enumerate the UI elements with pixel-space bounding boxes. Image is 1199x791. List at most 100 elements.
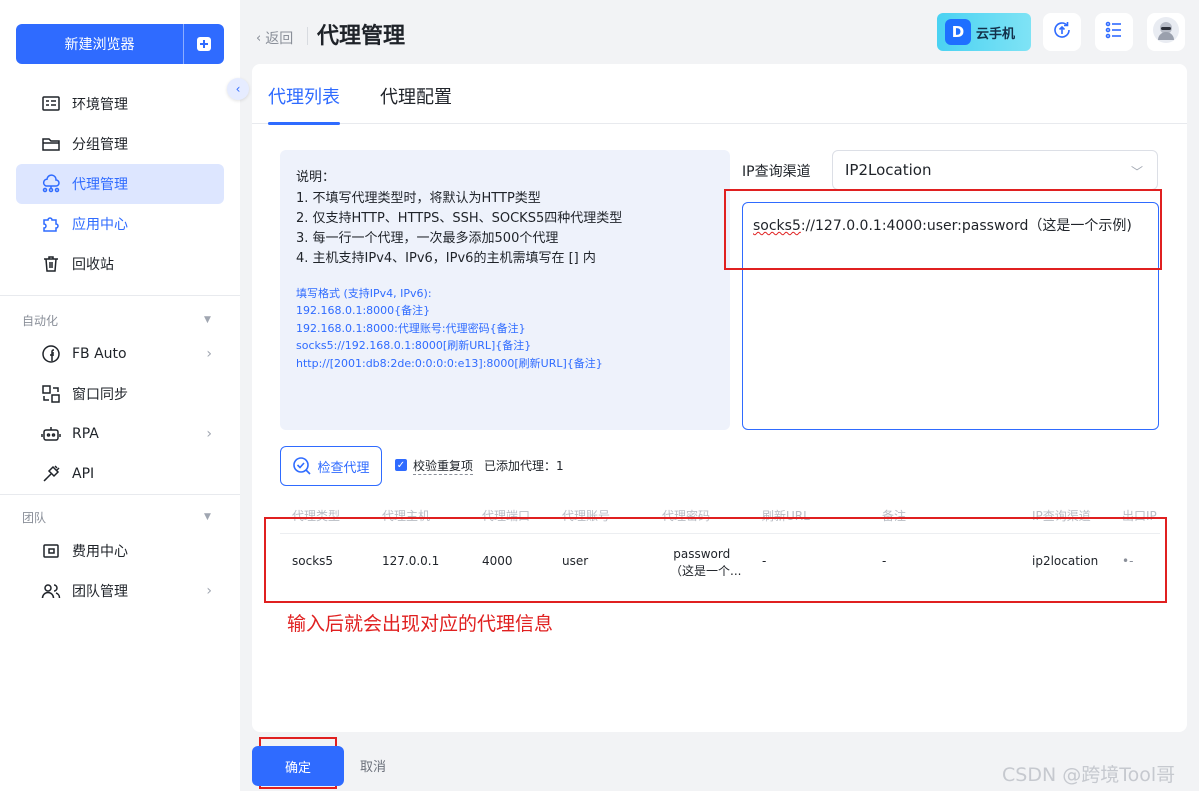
sidebar-item-label: 环境管理 bbox=[72, 97, 128, 113]
column-header: 代理类型 bbox=[292, 509, 341, 523]
column-header: 代理账号 bbox=[562, 509, 611, 523]
add-square-icon[interactable] bbox=[184, 35, 224, 53]
sidebar-item-api[interactable]: API bbox=[16, 454, 224, 494]
window-sync-icon bbox=[40, 383, 62, 405]
sidebar-item-label: FB Auto bbox=[72, 346, 127, 362]
chevron-right-icon: › bbox=[206, 346, 212, 362]
sidebar-item-label: 应用中心 bbox=[72, 217, 128, 233]
dedupe-label[interactable]: 校验重复项 bbox=[413, 457, 474, 475]
sidebar-item-environment[interactable]: 环境管理 bbox=[16, 84, 224, 124]
annotation-text: 输入后就会出现对应的代理信息 bbox=[287, 613, 554, 635]
column-header: 备注 bbox=[882, 509, 907, 523]
automation-section-title: 自动化 bbox=[22, 314, 59, 328]
sidebar-item-fb-auto[interactable]: FB Auto › bbox=[16, 334, 224, 374]
table-row[interactable]: socks5 127.0.0.1 4000 user password （这是一… bbox=[280, 536, 1160, 588]
users-icon bbox=[40, 580, 62, 602]
format-line: socks5://192.168.0.1:8000[刷新URL]{备注} bbox=[296, 339, 532, 352]
cell-password: password （这是一个... bbox=[662, 546, 741, 580]
sidebar-divider bbox=[0, 295, 240, 296]
ip-channel-value: IP2Location bbox=[845, 161, 932, 179]
sidebar-item-groups[interactable]: 分组管理 bbox=[16, 124, 224, 164]
tab-bar: 代理列表 代理配置 bbox=[252, 64, 1187, 125]
active-tab-indicator bbox=[268, 122, 340, 125]
sidebar-item-trash[interactable]: 回收站 bbox=[16, 244, 224, 284]
sidebar-item-label: RPA bbox=[72, 426, 99, 442]
ip-channel-select[interactable]: IP2Location ﹀ bbox=[832, 150, 1158, 190]
cell-channel: ip2location bbox=[1032, 554, 1099, 568]
proxy-input-text: ://127.0.0.1:4000:user:password（这是一个示例) bbox=[800, 218, 1132, 234]
sidebar-item-app-center[interactable]: 应用中心 bbox=[16, 204, 224, 244]
cell-refresh-url: - bbox=[762, 554, 767, 568]
team-section-title: 团队 bbox=[22, 511, 47, 525]
cloud-phone-logo-icon: D bbox=[945, 19, 971, 45]
column-header: 代理端口 bbox=[482, 509, 531, 523]
sidebar-item-label: 窗口同步 bbox=[72, 387, 128, 403]
puzzle-icon bbox=[40, 213, 62, 235]
page-title: 代理管理 bbox=[317, 24, 406, 49]
chevron-right-icon: › bbox=[206, 583, 212, 599]
column-header: 代理主机 bbox=[382, 509, 431, 523]
robot-icon bbox=[40, 423, 62, 445]
sync-upload-button[interactable] bbox=[1043, 13, 1081, 51]
instruction-line: 3. 每一行一个代理，一次最多添加500个代理 bbox=[296, 231, 559, 246]
avatar-icon bbox=[1152, 16, 1180, 48]
cell-password-line: （这是一个... bbox=[670, 564, 742, 578]
tab-proxy-list[interactable]: 代理列表 bbox=[268, 83, 340, 109]
chevron-down-icon: ﹀ bbox=[1130, 165, 1143, 179]
cancel-button[interactable]: 取消 bbox=[360, 756, 386, 775]
check-proxy-button[interactable]: 检查代理 bbox=[280, 446, 382, 486]
sidebar-item-label: 分组管理 bbox=[72, 137, 128, 153]
instructions-title: 说明： bbox=[296, 170, 336, 185]
task-list-icon bbox=[1103, 19, 1125, 45]
collapse-sidebar-button[interactable]: ‹ bbox=[227, 78, 249, 100]
watermark: CSDN @跨境Tool哥 bbox=[1002, 764, 1176, 786]
chevron-right-icon: › bbox=[206, 426, 212, 442]
column-header: 代理密码 bbox=[662, 509, 711, 523]
sidebar-divider bbox=[0, 494, 240, 495]
task-list-button[interactable] bbox=[1095, 13, 1133, 51]
cell-note: - bbox=[882, 554, 887, 568]
proxy-input-prefix: socks5 bbox=[753, 218, 801, 234]
sidebar-item-rpa[interactable]: RPA › bbox=[16, 414, 224, 454]
sidebar-item-window-sync[interactable]: 窗口同步 bbox=[16, 374, 224, 414]
user-avatar[interactable] bbox=[1147, 13, 1185, 51]
dedupe-checkbox[interactable]: ✓ bbox=[395, 459, 407, 471]
chevron-down-icon[interactable]: ▼ bbox=[204, 512, 211, 522]
new-browser-label: 新建浏览器 bbox=[64, 37, 135, 53]
proxy-input-textarea[interactable]: socks5://127.0.0.1:4000:user:password（这是… bbox=[742, 202, 1159, 430]
confirm-button[interactable]: 确定 bbox=[252, 746, 344, 786]
new-browser-button[interactable]: 新建浏览器 bbox=[16, 24, 224, 64]
facebook-icon bbox=[40, 343, 62, 365]
cloud-phone-button[interactable]: D 云手机 bbox=[937, 13, 1031, 51]
cell-type: socks5 bbox=[292, 554, 334, 568]
checkmark-icon: ✓ bbox=[396, 459, 406, 471]
cloud-phone-label: 云手机 bbox=[976, 26, 1016, 42]
instructions-panel: 说明： 1. 不填写代理类型时，将默认为HTTP类型 2. 仅支持HTTP、HT… bbox=[280, 150, 730, 430]
format-title: 填写格式 (支持IPv4, IPv6): bbox=[296, 287, 432, 300]
chevron-down-icon[interactable]: ▼ bbox=[204, 315, 211, 325]
ip-channel-label: IP查询渠道 bbox=[742, 164, 811, 180]
cell-exit-ip: •- bbox=[1122, 554, 1134, 568]
sidebar-item-team-management[interactable]: 团队管理 › bbox=[16, 571, 224, 611]
tab-proxy-config[interactable]: 代理配置 bbox=[380, 83, 452, 109]
header-divider bbox=[307, 27, 308, 45]
chevron-left-icon: ‹ bbox=[235, 82, 241, 96]
sidebar-item-proxy[interactable]: 代理管理 bbox=[16, 164, 224, 204]
column-header: IP查询渠道 bbox=[1032, 509, 1091, 523]
instruction-line: 4. 主机支持IPv4、IPv6，IPv6的主机需填写在 [] 内 bbox=[296, 251, 596, 266]
monitor-list-icon bbox=[40, 93, 62, 115]
column-header: 出口IP bbox=[1122, 509, 1157, 523]
sidebar-item-label: API bbox=[72, 466, 95, 482]
cell-account: user bbox=[562, 554, 589, 568]
sidebar: 新建浏览器 环境管理 分组管理 代理管理 应用中心 回收站 自动化 ▼ FB A… bbox=[0, 0, 240, 791]
back-link[interactable]: ‹ 返回 bbox=[256, 28, 293, 48]
sync-upload-icon bbox=[1051, 19, 1073, 45]
magnifier-check-icon bbox=[292, 456, 312, 476]
format-line: 192.168.0.1:8000{备注} bbox=[296, 304, 431, 317]
cloud-network-icon bbox=[40, 173, 62, 195]
cell-port: 4000 bbox=[482, 554, 513, 568]
table-header: 代理类型 代理主机 代理端口 代理账号 代理密码 刷新URL 备注 IP查询渠道… bbox=[280, 504, 1160, 534]
back-label: 返回 bbox=[265, 31, 294, 47]
sidebar-item-billing[interactable]: 费用中心 bbox=[16, 531, 224, 571]
instruction-line: 2. 仅支持HTTP、HTTPS、SSH、SOCKS5四种代理类型 bbox=[296, 211, 623, 226]
